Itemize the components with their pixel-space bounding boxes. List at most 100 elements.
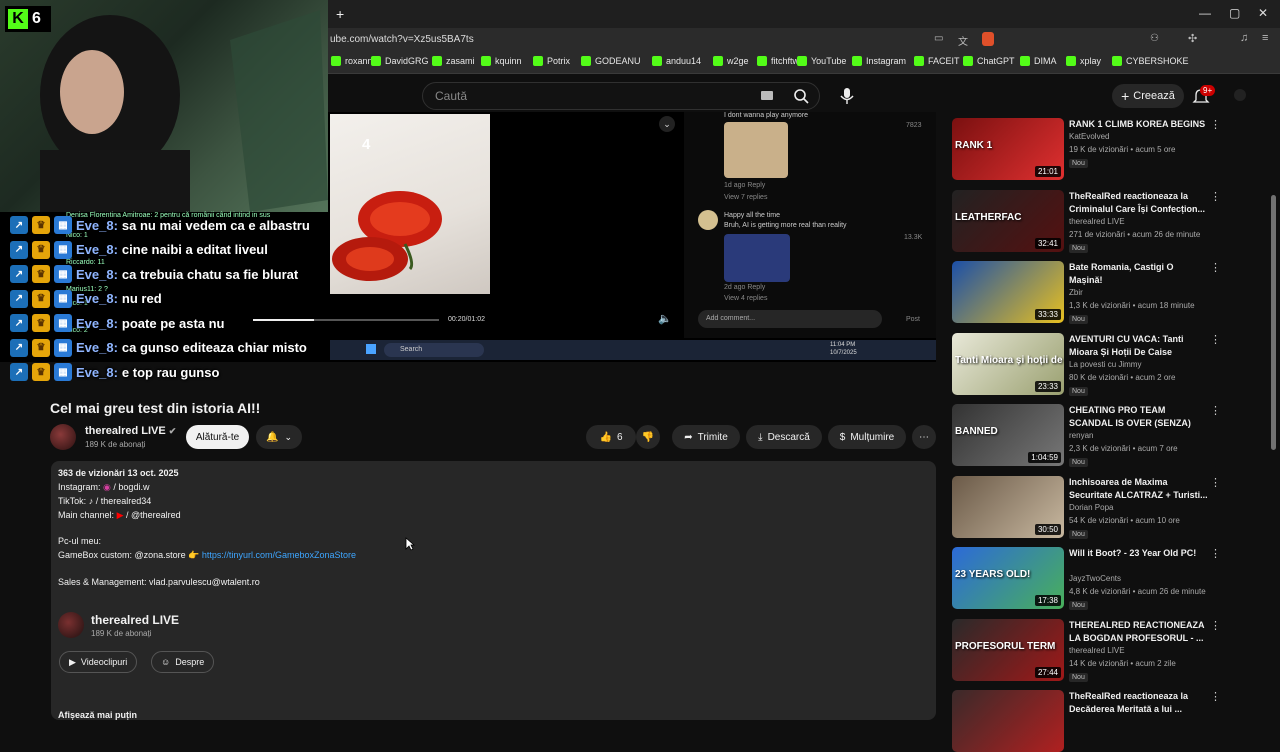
video-thumbnail[interactable]: 30:50	[952, 475, 1064, 538]
channel-avatar[interactable]	[50, 424, 76, 450]
scrollbar[interactable]	[1271, 195, 1276, 450]
bookmark-2[interactable]: zasami	[432, 56, 475, 66]
view-replies[interactable]: View 4 replies	[724, 295, 767, 302]
chevron-down-icon[interactable]: ⌄	[659, 116, 675, 132]
tiktok-link[interactable]: / therealred34	[96, 496, 152, 506]
video-channel[interactable]: Zbir	[1069, 288, 1083, 297]
video-channel[interactable]: renyan	[1069, 431, 1093, 440]
recommended-video[interactable]: LEATHERFAC 32:41 TheRealRed reactioneaza l…	[952, 189, 1222, 253]
video-title[interactable]: Bate Romania, Castigi O Mașină!	[1069, 261, 1209, 287]
cast-icon[interactable]: ▭	[934, 33, 943, 44]
extension-icon[interactable]: ⚇	[1150, 33, 1159, 44]
search-icon[interactable]	[783, 84, 820, 108]
more-options-icon[interactable]: ⋮	[1210, 404, 1221, 417]
search-box[interactable]: Caută	[422, 82, 820, 110]
download-button[interactable]: ⤓ Descarcă	[746, 425, 822, 449]
recommended-video[interactable]: BANNED 1:04:59 CHEATING PRO TEAM SCANDAL I…	[952, 404, 1222, 467]
channel-avatar[interactable]	[58, 612, 84, 638]
more-actions-button[interactable]: ⋯	[912, 425, 936, 449]
recommended-video[interactable]: RANK 1 21:01 RANK 1 CLIMB KOREA BEGINS KatE…	[952, 118, 1222, 180]
more-options-icon[interactable]: ⋮	[1210, 619, 1221, 632]
join-button[interactable]: Alătură-te	[186, 425, 249, 449]
chat-username[interactable]: Eve_8:	[76, 291, 118, 306]
chat-username[interactable]: Eve_8:	[76, 316, 118, 331]
subscription-bell-button[interactable]: 🔔 ⌄	[256, 425, 302, 449]
main-channel-link[interactable]: / @therealred	[126, 510, 181, 520]
video-thumbnail[interactable]: LEATHERFAC 32:41	[952, 189, 1064, 252]
more-options-icon[interactable]: ⋮	[1210, 333, 1221, 346]
video-title[interactable]: Inchisoarea de Maxima Securitate ALCATRA…	[1069, 476, 1209, 502]
description-box[interactable]	[51, 461, 936, 720]
channel-name-text[interactable]: therealred LIVE	[85, 425, 166, 437]
bookmark-14[interactable]: xplay	[1066, 56, 1101, 66]
avatar[interactable]	[1234, 89, 1246, 101]
video-channel[interactable]: therealred LIVE	[1069, 217, 1125, 226]
video-title[interactable]: AVENTURI CU VACA: Tanti Mioara Și Hoții …	[1069, 333, 1209, 359]
recommended-video[interactable]: TheRealRed reactioneaza la Decăderea Mer…	[952, 690, 1222, 752]
create-button[interactable]: + Creează	[1112, 84, 1184, 108]
bookmark-3[interactable]: kquinn	[481, 56, 522, 66]
more-options-icon[interactable]: ⋮	[1210, 476, 1221, 489]
bookmark-4[interactable]: Potrix	[533, 56, 570, 66]
close-window-button[interactable]: ✕	[1258, 6, 1268, 20]
video-thumbnail[interactable]: RANK 1 21:01	[952, 118, 1064, 180]
bookmark-13[interactable]: DIMA	[1020, 56, 1057, 66]
videos-button[interactable]: ▶ Videoclipuri	[59, 651, 138, 673]
video-title[interactable]: RANK 1 CLIMB KOREA BEGINS	[1069, 118, 1209, 131]
bookmark-12[interactable]: ChatGPT	[963, 56, 1015, 66]
video-thumbnail[interactable]: Tanti Mioara și hoții de caise 23:33	[952, 332, 1064, 395]
video-channel[interactable]: Dorian Popa	[1069, 503, 1113, 512]
recommended-video[interactable]: 23 YEARS OLD! 17:38 Will it Boot? - 23 Yea…	[952, 547, 1222, 610]
bookmark-5[interactable]: GODEANU	[581, 56, 641, 66]
channel-name[interactable]: therealred LIVE ✔	[85, 425, 176, 437]
recommended-video[interactable]: Tanti Mioara și hoții de caise 23:33 AVENT…	[952, 332, 1222, 396]
more-options-icon[interactable]: ⋮	[1210, 118, 1221, 131]
recommended-video[interactable]: PROFESORUL TERM 27:44 THEREALRED REACTIONE…	[952, 618, 1222, 682]
bookmark-11[interactable]: FACEIT	[914, 56, 960, 66]
more-options-icon[interactable]: ⋮	[1210, 190, 1221, 203]
bookmark-15[interactable]: CYBERSHOKE	[1112, 56, 1189, 66]
recommended-video[interactable]: 33:33 Bate Romania, Castigi O Mașină! Zbir…	[952, 261, 1222, 324]
minimize-button[interactable]: —	[1199, 6, 1211, 20]
more-options-icon[interactable]: ⋮	[1210, 547, 1221, 560]
video-thumbnail[interactable]: PROFESORUL TERM 27:44	[952, 618, 1064, 681]
volume-icon[interactable]: 🔈	[658, 312, 672, 325]
gamebox-link[interactable]: https://tinyurl.com/GameboxZonaStore	[202, 550, 356, 560]
video-title[interactable]: Will it Boot? - 23 Year Old PC!	[1069, 547, 1209, 560]
maximize-button[interactable]: ▢	[1229, 6, 1240, 20]
channel-name[interactable]: therealred LIVE	[91, 613, 179, 627]
bookmark-1[interactable]: DavidGRG	[371, 56, 429, 66]
about-button[interactable]: ☺ Despre	[151, 651, 215, 673]
video-thumbnail[interactable]: 33:33	[952, 261, 1064, 323]
chat-username[interactable]: Eve_8:	[76, 365, 118, 380]
puzzle-icon[interactable]: ✣	[1188, 32, 1197, 45]
instagram-link[interactable]: / bogdi.w	[113, 482, 149, 492]
more-options-icon[interactable]: ⋮	[1210, 690, 1221, 703]
video-title[interactable]: TheRealRed reactioneaza la Criminalul Ca…	[1069, 190, 1209, 216]
bookmark-8[interactable]: fitchftw	[757, 56, 799, 66]
video-channel[interactable]: therealred LIVE	[1069, 646, 1125, 655]
translate-icon[interactable]: 文	[958, 33, 968, 48]
bookmark-10[interactable]: Instagram	[852, 56, 906, 66]
post-button[interactable]: Post	[906, 316, 920, 323]
view-replies[interactable]: View 7 replies	[724, 194, 767, 201]
video-thumbnail[interactable]	[952, 690, 1064, 752]
show-less-button[interactable]: Afișează mai puțin	[58, 710, 137, 720]
bookmark-9[interactable]: YouTube	[797, 56, 846, 66]
video-title[interactable]: TheRealRed reactioneaza la Decăderea Mer…	[1069, 690, 1209, 716]
new-tab-button[interactable]: +	[336, 6, 344, 22]
video-channel[interactable]: JayzTwoCents	[1069, 574, 1121, 583]
share-button[interactable]: ➦ Trimite	[672, 425, 740, 449]
add-comment-field[interactable]: Add comment...	[698, 310, 882, 328]
keyboard-icon[interactable]	[761, 91, 773, 100]
chat-username[interactable]: Eve_8:	[76, 340, 118, 355]
video-channel[interactable]: KatEvolved	[1069, 132, 1109, 141]
recommended-video[interactable]: 30:50 Inchisoarea de Maxima Securitate AL…	[952, 475, 1222, 539]
chat-username[interactable]: Eve_8:	[76, 242, 118, 257]
video-title[interactable]: THEREALRED REACTIONEAZA LA BOGDAN PROFES…	[1069, 619, 1209, 645]
video-channel[interactable]: La povesti cu Jimmy	[1069, 360, 1141, 369]
like-button[interactable]: 👍 6	[586, 425, 636, 449]
thanks-button[interactable]: $ Mulțumire	[828, 425, 906, 449]
dislike-button[interactable]: 👎	[636, 425, 660, 449]
bookmark-7[interactable]: w2ge	[713, 56, 749, 66]
